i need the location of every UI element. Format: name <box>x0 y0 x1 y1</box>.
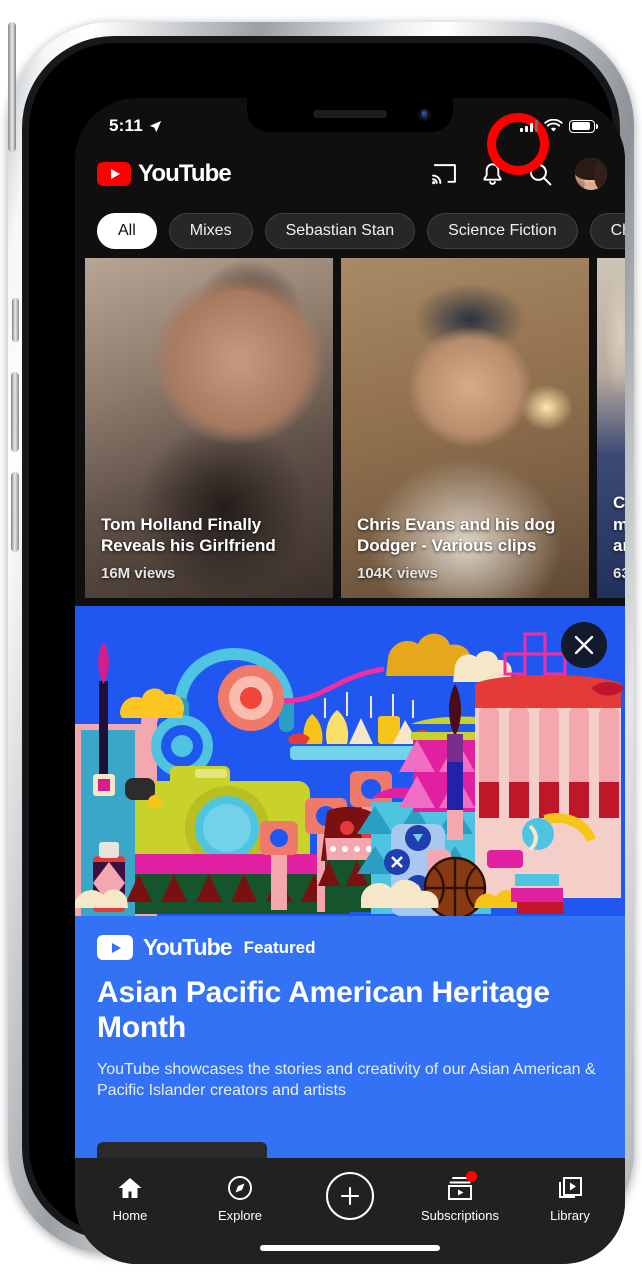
promo-illustration <box>75 606 625 916</box>
wifi-icon <box>544 119 563 132</box>
chip-all[interactable]: All <box>97 213 157 249</box>
promo-label: Featured <box>243 937 316 957</box>
tab-label: Explore <box>217 1208 263 1223</box>
volume-down-button[interactable] <box>11 472 19 552</box>
youtube-wordmark: YouTube <box>138 160 232 187</box>
video-meta: Tom Holland Finally Reveals his Girlfrie… <box>85 500 333 599</box>
promo-cta-partial[interactable] <box>97 1142 267 1158</box>
phone-frame: 5:11 YouTube All Mixes Sebastian Stan Sc… <box>8 22 634 1264</box>
battery-icon <box>569 119 598 133</box>
phone-bezel: 5:11 YouTube All Mixes Sebastian Stan Sc… <box>29 43 625 1264</box>
bell-icon[interactable] <box>479 161 505 187</box>
tab-subscriptions[interactable]: Subscriptions <box>412 1171 508 1223</box>
screenshot-stage: 5:11 YouTube All Mixes Sebastian Stan Sc… <box>0 0 642 1274</box>
earpiece-speaker <box>313 110 387 118</box>
chip-partial[interactable]: Ch <box>589 213 625 249</box>
subscriptions-icon <box>447 1171 477 1201</box>
video-title: Ch mo an <box>613 492 625 556</box>
video-card[interactable]: Tom Holland Finally Reveals his Girlfrie… <box>85 258 333 598</box>
promo-text: YouTube Featured Asian Pacific American … <box>75 916 625 1101</box>
promo-description: YouTube showcases the stories and creati… <box>97 1061 596 1100</box>
header-actions <box>431 158 607 190</box>
search-icon[interactable] <box>527 161 553 187</box>
avatar[interactable] <box>575 158 607 190</box>
library-icon <box>557 1174 583 1201</box>
video-views: 63 <box>613 565 625 582</box>
signal-bars-icon <box>520 120 538 132</box>
clock-label: 5:11 <box>109 116 143 135</box>
tab-explore[interactable]: Explore <box>192 1174 288 1223</box>
volume-up-button[interactable] <box>11 372 19 452</box>
status-bar-right <box>520 119 598 133</box>
video-views: 16M views <box>101 565 176 582</box>
video-card[interactable]: Chris Evans and his dog Dodger - Various… <box>341 258 589 598</box>
video-meta: Ch mo an 63 <box>597 478 625 598</box>
status-bar-left: 5:11 <box>109 116 162 136</box>
phone-screen: 5:11 YouTube All Mixes Sebastian Stan Sc… <box>75 98 625 1264</box>
phone-inner-frame: 5:11 YouTube All Mixes Sebastian Stan Sc… <box>22 36 625 1264</box>
youtube-play-icon <box>97 162 131 186</box>
tab-create[interactable] <box>302 1172 398 1227</box>
power-button[interactable] <box>8 22 16 152</box>
promo-brand: YouTube <box>143 934 233 960</box>
home-icon <box>117 1174 143 1201</box>
mute-switch[interactable] <box>12 298 19 342</box>
cast-icon[interactable] <box>431 161 457 187</box>
youtube-logo[interactable]: YouTube <box>97 160 232 188</box>
video-carousel[interactable]: Tom Holland Finally Reveals his Girlfrie… <box>75 258 625 606</box>
video-title: Chris Evans and his dog Dodger - Various… <box>357 514 556 556</box>
compass-icon <box>227 1174 253 1201</box>
app-header: YouTube <box>75 144 625 204</box>
featured-promo-banner[interactable]: YouTube Featured Asian Pacific American … <box>75 606 625 1158</box>
home-indicator[interactable] <box>260 1245 440 1251</box>
plus-circle-icon[interactable] <box>326 1172 374 1220</box>
chip-mixes[interactable]: Mixes <box>168 213 253 249</box>
notification-badge <box>465 1171 477 1182</box>
chip-science-fiction[interactable]: Science Fiction <box>427 213 578 249</box>
chip-sebastian-stan[interactable]: Sebastian Stan <box>264 213 416 249</box>
location-arrow-icon <box>149 120 162 132</box>
video-views: 104K views <box>357 565 438 582</box>
front-camera <box>418 108 431 121</box>
tab-home[interactable]: Home <box>82 1174 178 1223</box>
tab-label: Home <box>112 1208 148 1223</box>
video-meta: Chris Evans and his dog Dodger - Various… <box>341 500 589 599</box>
youtube-play-icon <box>97 935 133 960</box>
notch <box>247 98 453 132</box>
video-title: Tom Holland Finally Reveals his Girlfrie… <box>101 514 276 556</box>
tab-label: Subscriptions <box>420 1208 500 1223</box>
promo-brand-row: YouTube Featured <box>97 934 603 961</box>
filter-chips[interactable]: All Mixes Sebastian Stan Science Fiction… <box>75 204 625 258</box>
close-icon[interactable] <box>561 622 607 668</box>
video-card[interactable]: Ch mo an 63 <box>597 258 625 598</box>
promo-artwork <box>75 606 625 916</box>
promo-title: Asian Pacific American Heritage Month <box>97 976 550 1045</box>
tab-library[interactable]: Library <box>522 1174 618 1223</box>
tab-label: Library <box>550 1208 590 1223</box>
